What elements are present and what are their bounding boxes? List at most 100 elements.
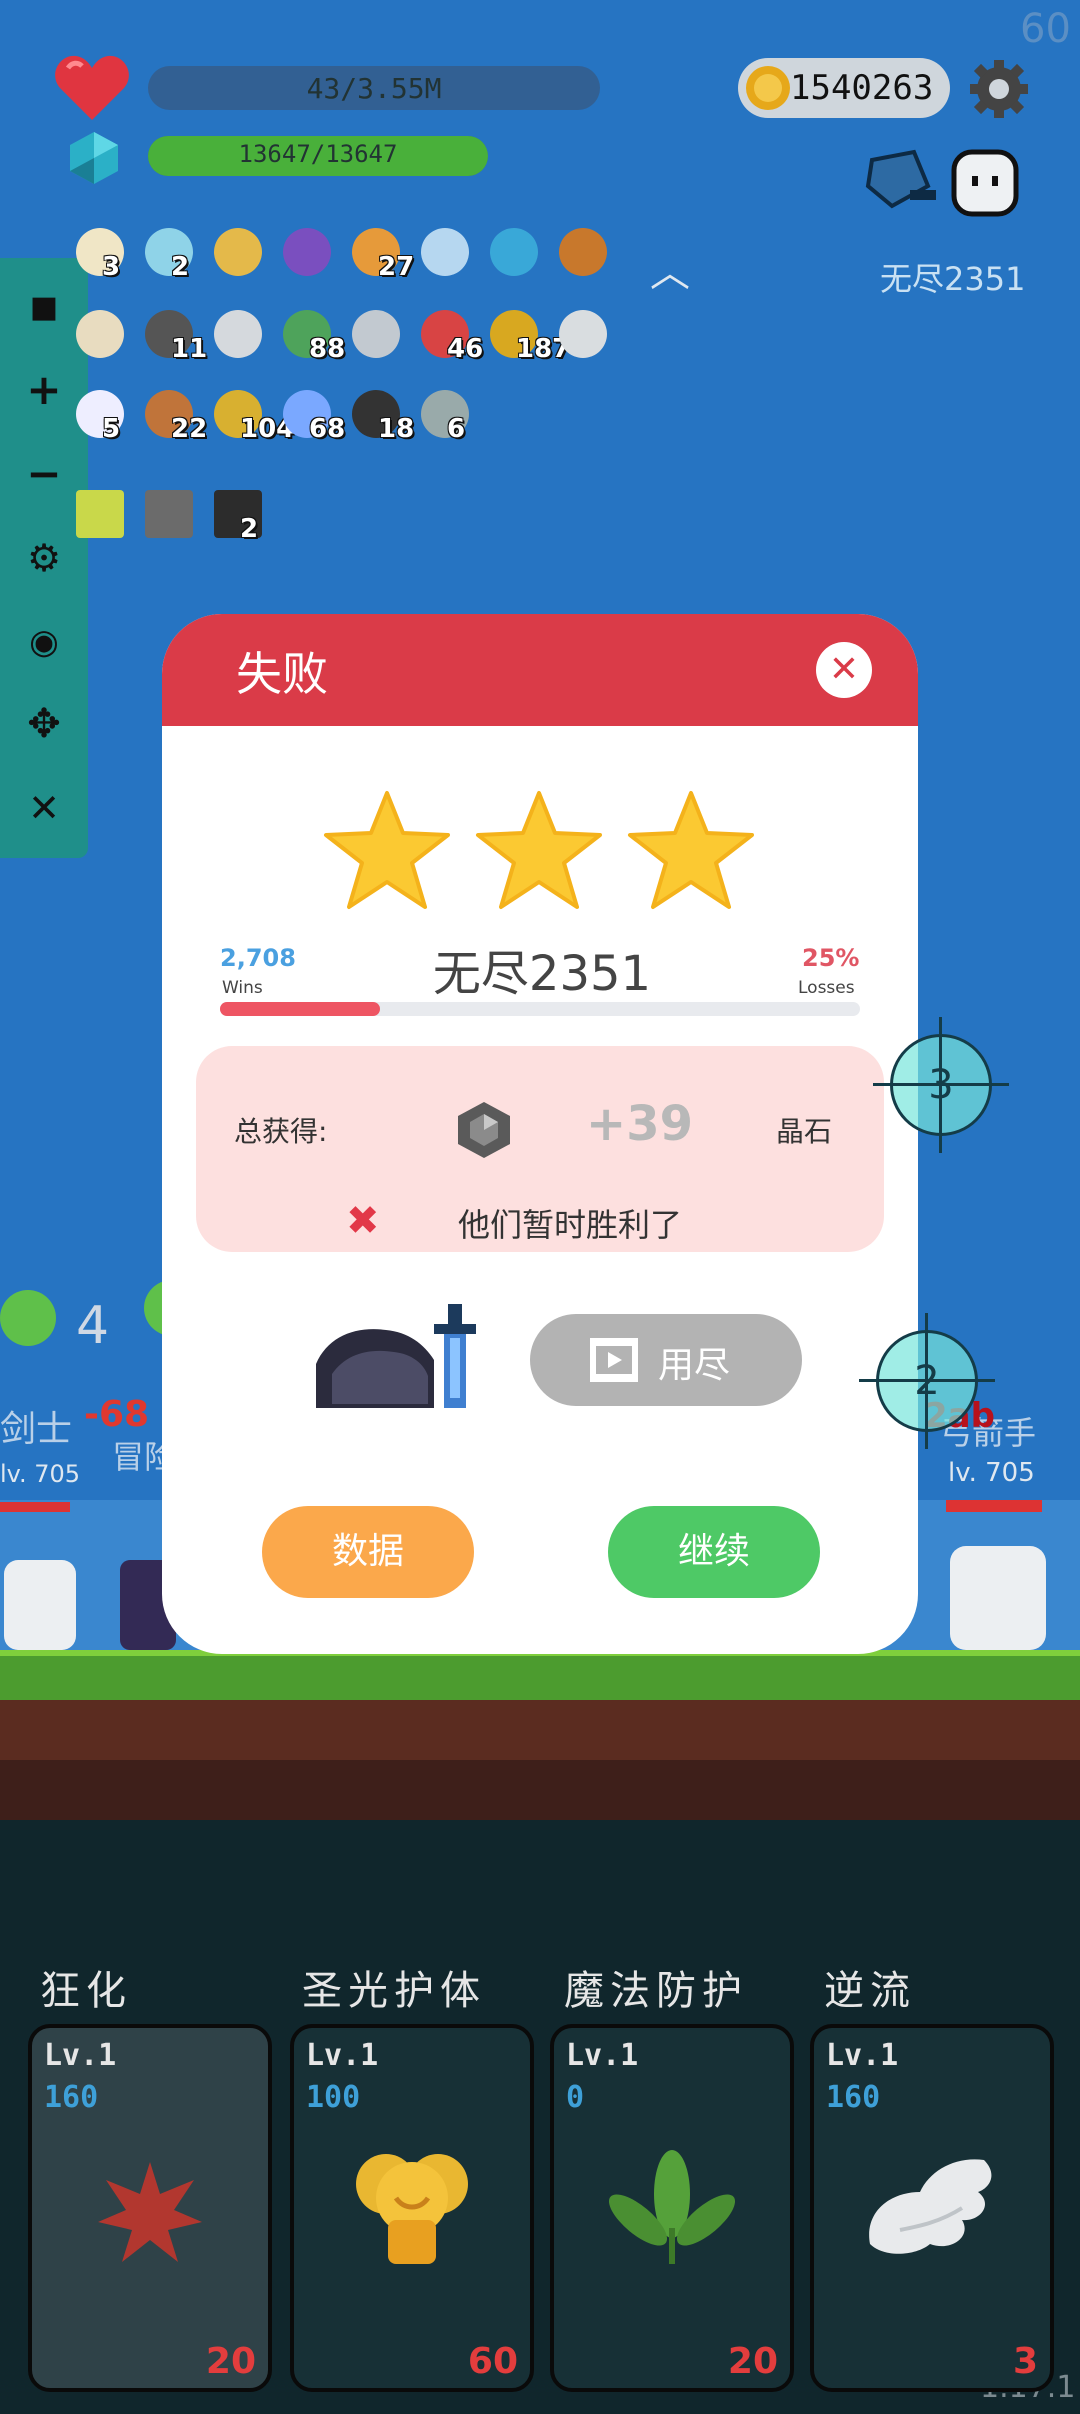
watch-video-button[interactable]: 用尽 [530, 1314, 802, 1406]
meat-icon[interactable] [555, 224, 611, 280]
stop-button[interactable]: ■ [14, 278, 74, 338]
star-card-icon[interactable]: 68 [279, 386, 345, 444]
fail-message: 他们暂时胜利了 [458, 1206, 683, 1244]
reward-unit: 晶石 [776, 1115, 833, 1148]
skill-title-1: 狂化 [40, 1968, 132, 2014]
skill-cost: 20 [205, 2341, 256, 2382]
wizard-hat-icon[interactable] [279, 224, 335, 280]
collapse-chevron-icon[interactable]: ︿ [650, 240, 690, 298]
skill-level: Lv.1 [44, 2038, 117, 2073]
hide-eye-icon[interactable]: ◉ [14, 612, 74, 672]
wins-value: 2,708 [220, 944, 296, 972]
continue-button[interactable]: 继续 [608, 1506, 820, 1598]
potion-icon[interactable] [417, 224, 473, 280]
skull-icon [0, 1290, 56, 1346]
crystal-icon [70, 132, 118, 184]
ghost-icon[interactable] [948, 146, 1022, 220]
target-crosshair-2[interactable]: 2 [859, 1313, 995, 1449]
knife-icon[interactable]: 11 [141, 306, 207, 364]
item-count: 27 [378, 252, 415, 282]
skill-cost: 60 [467, 2341, 518, 2382]
zoom-out-button[interactable]: − [14, 444, 74, 504]
shield-frame-shape [145, 490, 193, 538]
close-button[interactable]: ✕ [816, 642, 872, 698]
bow-icon[interactable]: 22 [141, 386, 207, 444]
wins-label: Wins [222, 978, 263, 998]
shield-frame-icon[interactable] [141, 486, 197, 542]
left-hero-hp-bar [0, 1502, 70, 1512]
skill-card-magic-protection[interactable]: Lv.1 0 20 [550, 2024, 794, 2392]
heart-icon [55, 55, 129, 120]
chat-bubble-icon[interactable] [486, 224, 542, 280]
berserk-icon [98, 2162, 202, 2262]
treasure-sword-icon [316, 1304, 476, 1408]
gear-icon[interactable]: ⚙ [14, 528, 74, 588]
envelope-shape [559, 310, 607, 358]
cookie-shape [214, 228, 262, 276]
fps-counter: 60 [1020, 6, 1071, 52]
item-count: 18 [378, 414, 415, 444]
defeat-dialog: 失败 ✕ 2,708 Wins 无尽2351 25% Losses 总获得: +… [162, 614, 918, 1654]
skill-card-holy-light[interactable]: Lv.1 100 60 [290, 2024, 534, 2392]
dialog-title: 失败 [236, 647, 328, 701]
move-icon[interactable]: ✥ [14, 694, 74, 754]
coconut-shape [76, 310, 124, 358]
zoom-in-button[interactable]: + [14, 360, 74, 420]
win-loss-progress-track [220, 1002, 860, 1016]
settings-gear-icon[interactable] [968, 58, 1030, 120]
wizard-hat-shape [283, 228, 331, 276]
right-hero-hp-bar [946, 1500, 1042, 1512]
stats-button[interactable]: 数据 [262, 1506, 474, 1598]
skill-card-berserk[interactable]: Lv.1 160 20 [28, 2024, 272, 2392]
left-hero-level: lv. 705 [0, 1460, 81, 1488]
skill-level: Lv.1 [306, 2038, 379, 2073]
coin-stack-icon[interactable]: 187 [486, 306, 570, 364]
star-icon [476, 791, 602, 909]
crystal-gem-icon [458, 1102, 510, 1158]
gem-frame-shape [76, 490, 124, 538]
skill-cost: 20 [727, 2341, 778, 2382]
hud-stage-label: 无尽2351 [880, 260, 1026, 298]
item-count: 68 [309, 414, 346, 444]
cookie-icon[interactable] [210, 224, 266, 280]
item-count: 5 [102, 414, 121, 444]
envelope-icon[interactable] [555, 306, 611, 362]
speech-icon[interactable]: 5 [72, 386, 128, 444]
target-crosshair-3[interactable]: 3 [873, 1017, 1009, 1153]
enemy-count: 4 [76, 1296, 110, 1356]
item-count: 6 [447, 414, 466, 444]
win-loss-progress-fill [220, 1002, 380, 1016]
right-hero-sprite [950, 1546, 1046, 1650]
stage-name: 无尽2351 [432, 946, 652, 1002]
hat-frame-icon[interactable]: 2 [210, 486, 266, 544]
axe-icon[interactable] [862, 146, 942, 216]
skill-title-4: 逆流 [824, 1968, 916, 2014]
meat-shape [559, 228, 607, 276]
skill-title-2: 圣光护体 [302, 1968, 486, 2014]
fail-x-icon: ✖ [346, 1198, 380, 1244]
grass-ground [0, 1650, 1080, 1702]
money-icon[interactable]: 88 [279, 306, 345, 364]
skill-card-reverse-flow[interactable]: Lv.1 160 3 [810, 2024, 1054, 2392]
item-count: 88 [309, 334, 346, 364]
left-damage: -68 [84, 1394, 150, 1435]
compass-icon[interactable]: 6 [417, 386, 473, 444]
target-number: 3 [928, 1062, 954, 1108]
coconut-icon[interactable] [72, 306, 128, 362]
target-icon[interactable]: 46 [417, 306, 483, 364]
star-icon [324, 791, 450, 909]
briefcase-icon[interactable]: 27 [348, 224, 414, 282]
cloud-icon[interactable] [210, 306, 266, 362]
reward-amount: +39 [586, 1096, 694, 1152]
item-count: 46 [447, 334, 484, 364]
gem-frame-icon[interactable] [72, 486, 128, 542]
skill-value: 0 [566, 2080, 585, 2115]
flower-icon[interactable]: 3 [72, 224, 128, 282]
close-icon[interactable]: ✕ [14, 778, 74, 838]
sliders-icon[interactable] [348, 306, 404, 362]
syringe-icon[interactable]: 2 [141, 224, 197, 282]
skill-level: Lv.1 [566, 2038, 639, 2073]
bat-icon[interactable]: 18 [348, 386, 414, 444]
shield-text: 13647/13647 [238, 140, 398, 168]
crown-icon[interactable]: 104 [210, 386, 294, 444]
